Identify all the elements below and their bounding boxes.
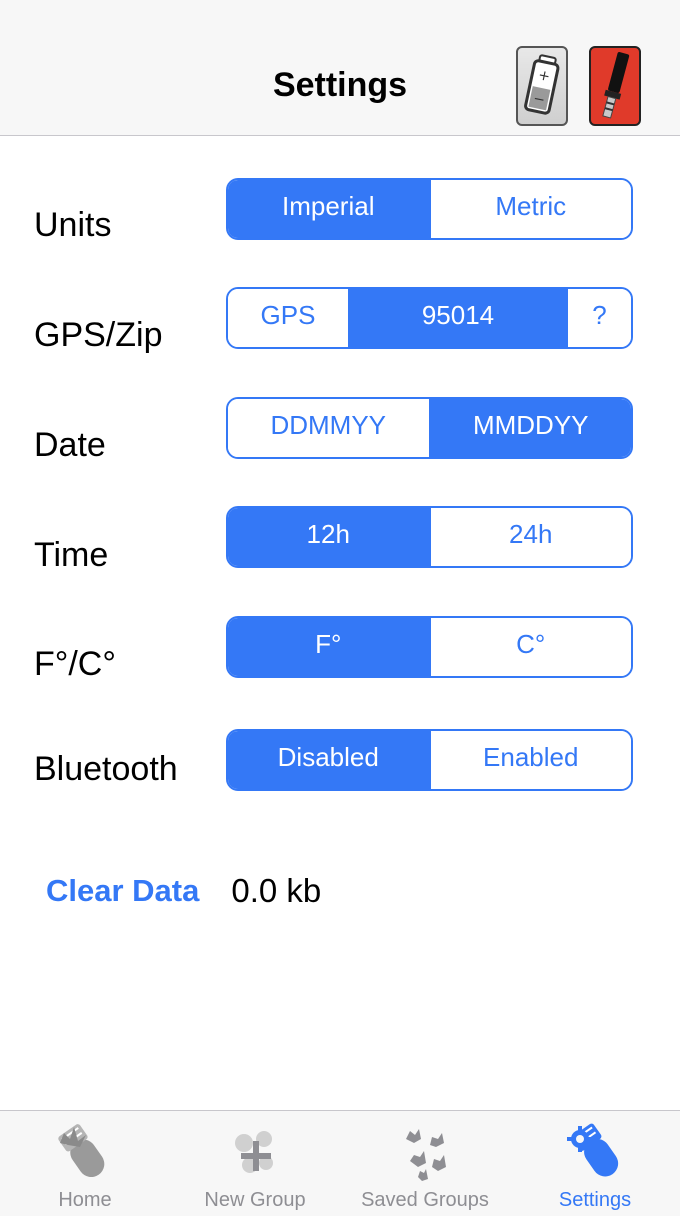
units-metric-segment[interactable]: Metric: [428, 180, 631, 238]
date-mmddyy-segment[interactable]: MMDDYY: [428, 399, 631, 457]
data-size-value: 0.0 kb: [231, 872, 322, 909]
gps-zip-control: GPS 95014 ?: [226, 287, 633, 349]
temperature-c-segment[interactable]: C°: [428, 618, 631, 676]
bluetooth-disabled-segment[interactable]: Disabled: [228, 731, 429, 789]
time-format-control: 12h 24h: [226, 506, 633, 568]
probe-icon: [602, 52, 630, 119]
units-label: Units: [34, 206, 112, 244]
gps-zip-label: GPS/Zip: [34, 316, 163, 354]
temperature-f-segment[interactable]: F°: [228, 618, 429, 676]
bluetooth-label: Bluetooth: [34, 750, 178, 788]
temperature-unit-control: F° C°: [226, 616, 633, 678]
units-imperial-segment[interactable]: Imperial: [228, 180, 429, 238]
tab-label-home: Home: [58, 1189, 112, 1211]
time-24h-segment[interactable]: 24h: [428, 508, 631, 566]
page-title: Settings: [272, 66, 408, 104]
help-segment[interactable]: ?: [566, 289, 631, 347]
tab-label-new-group: New Group: [204, 1189, 306, 1211]
battery-icon: + −: [524, 54, 560, 115]
battery-button[interactable]: + −: [516, 46, 568, 126]
bluetooth-enabled-segment[interactable]: Enabled: [428, 731, 631, 789]
date-ddmmyy-segment[interactable]: DDMMYY: [228, 399, 429, 457]
time-label: Time: [34, 536, 109, 574]
time-12h-segment[interactable]: 12h: [228, 508, 429, 566]
tab-bar: Home New Group Saved Groups Settings: [0, 1110, 680, 1216]
tab-home[interactable]: Home: [0, 1111, 170, 1216]
date-label: Date: [34, 426, 106, 464]
units-control: Imperial Metric: [226, 178, 633, 240]
tab-label-saved-groups: Saved Groups: [361, 1189, 489, 1211]
navigation-bar: Settings + −: [0, 0, 680, 136]
probe-button[interactable]: [589, 46, 641, 126]
tab-saved-groups[interactable]: Saved Groups: [340, 1111, 510, 1216]
temperature-label: F°/C°: [34, 645, 116, 683]
clear-data-button[interactable]: Clear Data: [46, 873, 199, 909]
home-splat-icon: [58, 1124, 105, 1178]
new-group-plus-icon: [235, 1131, 273, 1173]
gps-segment[interactable]: GPS: [228, 289, 348, 347]
date-format-control: DDMMYY MMDDYY: [226, 397, 633, 459]
tab-label-settings: Settings: [558, 1189, 632, 1211]
zip-segment[interactable]: 95014: [348, 289, 566, 347]
settings-gear-icon: [567, 1123, 619, 1177]
bluetooth-control: Disabled Enabled: [226, 729, 633, 791]
tab-settings[interactable]: Settings: [510, 1111, 680, 1216]
storage-row: Clear Data 0.0 kb: [46, 872, 321, 910]
saved-groups-icon: [406, 1129, 446, 1181]
tab-new-group[interactable]: New Group: [170, 1111, 340, 1216]
